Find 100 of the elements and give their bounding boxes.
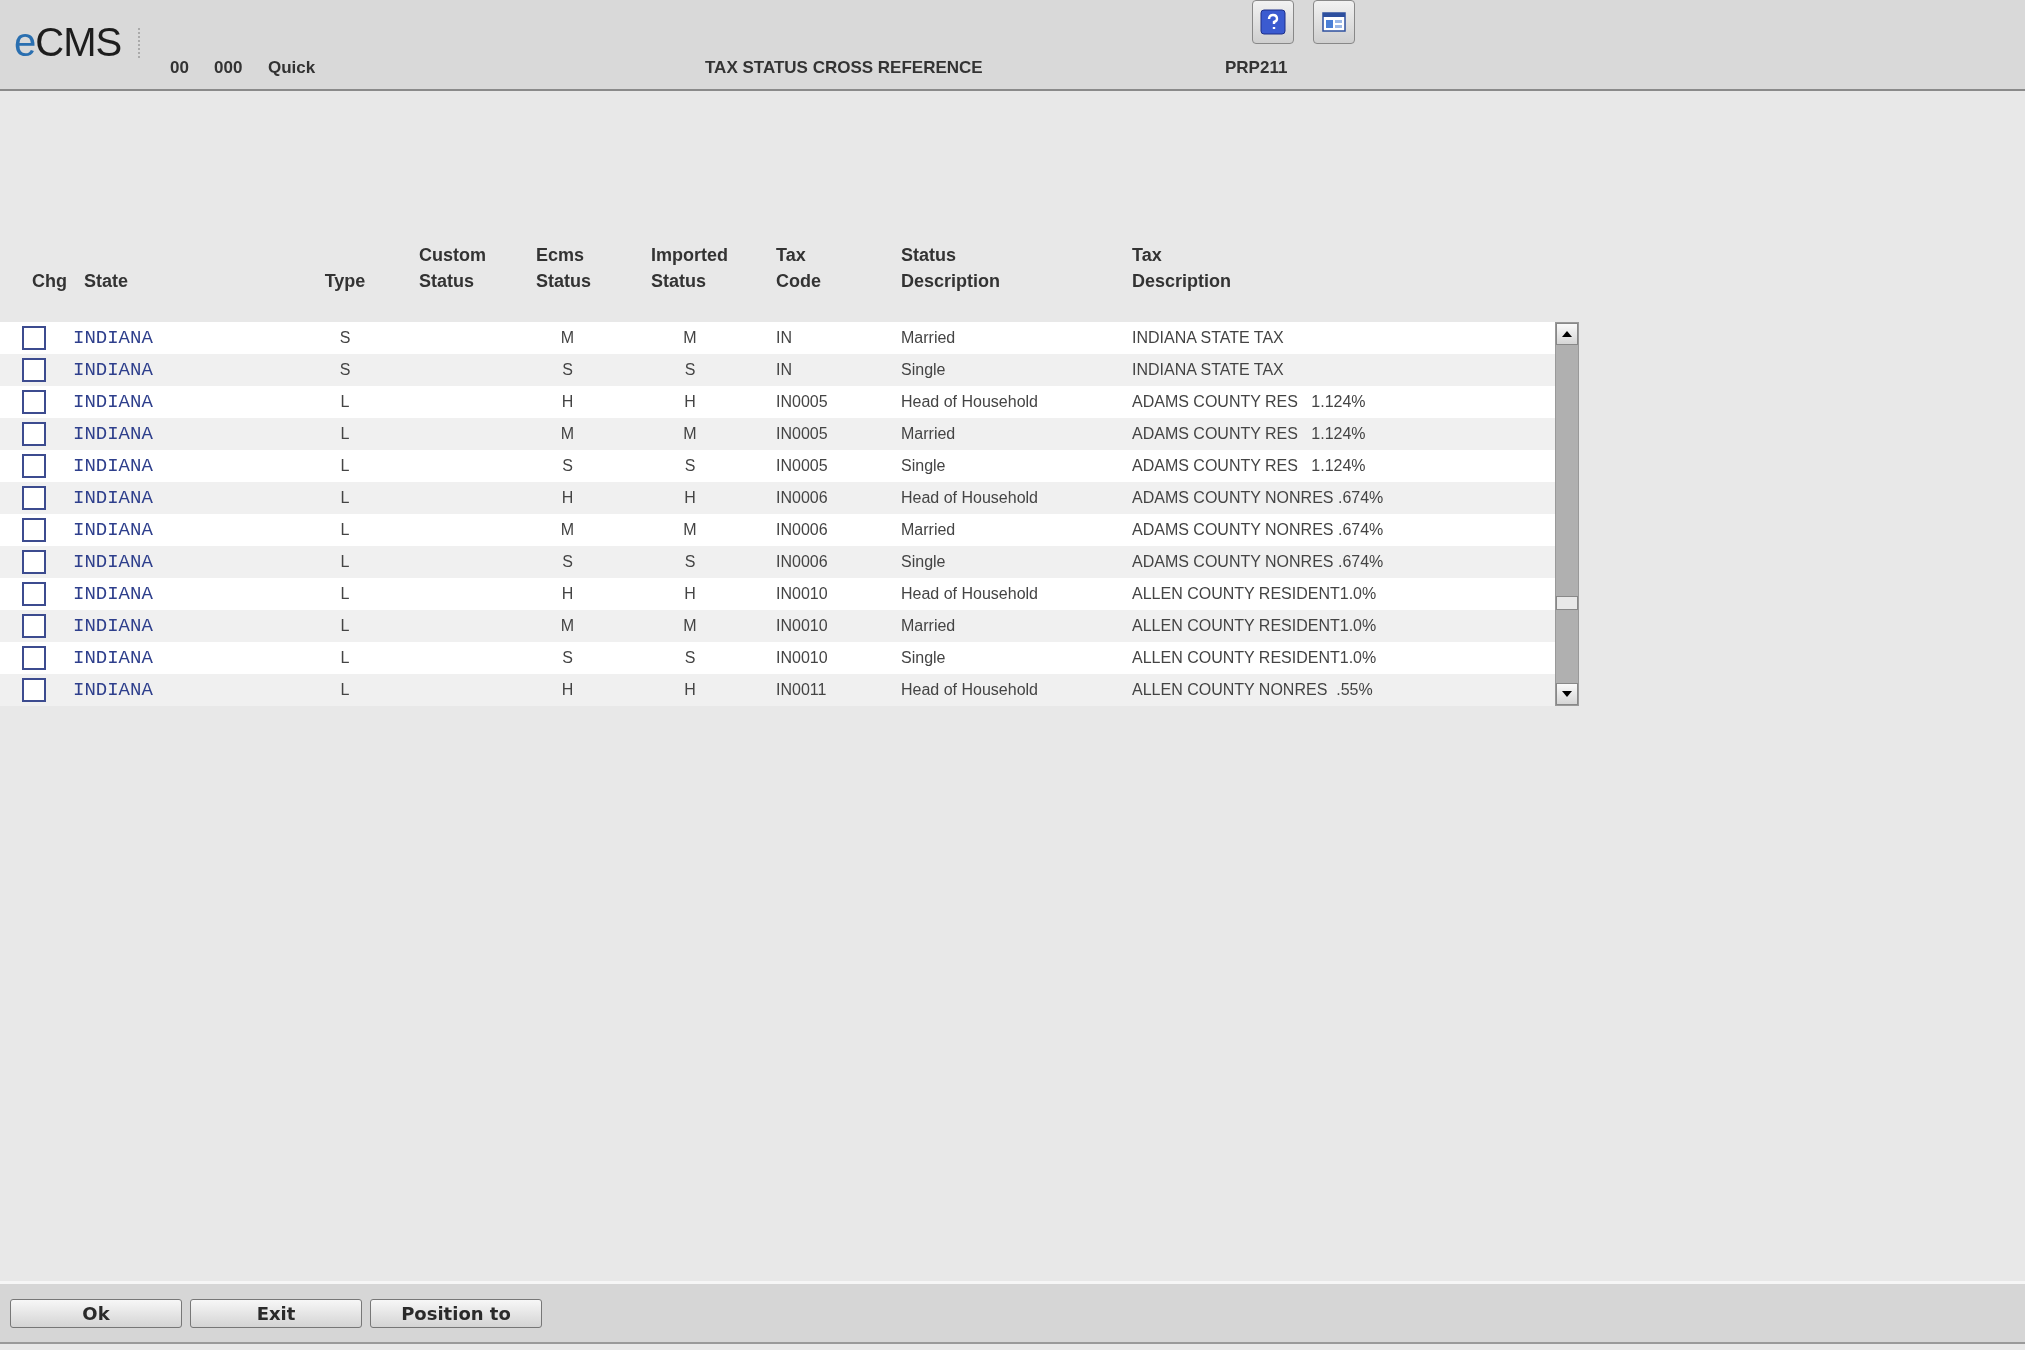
table-cell: INDIANA STATE TAX	[1132, 361, 1284, 378]
table-cell: Single	[901, 553, 946, 570]
table-cell: L	[340, 617, 350, 634]
table-cell: L	[340, 425, 350, 442]
table-cell: Head of Household	[901, 681, 1038, 698]
program-id: PRP211	[1225, 58, 1288, 78]
help-icon	[1259, 8, 1287, 36]
table-cell: IN0005	[776, 457, 828, 474]
change-checkbox[interactable]	[22, 326, 46, 350]
scroll-down-icon[interactable]	[1556, 683, 1578, 705]
table-cell: Married	[901, 617, 956, 634]
table-cell: IN0006	[776, 553, 828, 570]
table-cell: M	[683, 617, 697, 634]
scroll-up-icon[interactable]	[1556, 323, 1578, 345]
scroll-thumb[interactable]	[1556, 596, 1578, 610]
table-cell: IN	[776, 329, 792, 346]
table-cell: M	[560, 617, 575, 634]
table-cell: H	[684, 393, 696, 410]
table-cell: L	[340, 521, 350, 538]
table-cell: S	[562, 553, 573, 570]
change-checkbox[interactable]	[22, 582, 46, 606]
change-checkbox[interactable]	[22, 646, 46, 670]
table-cell: Single	[901, 361, 946, 378]
table-cell: IN0005	[776, 393, 828, 410]
table-cell: M	[560, 425, 575, 442]
table-cell: IN0010	[776, 649, 828, 666]
action-button[interactable]: Ok	[10, 1298, 182, 1328]
table-cell: H	[561, 681, 574, 698]
table-cell: Head of Household	[901, 585, 1038, 602]
table-cell: H	[684, 489, 696, 506]
change-checkbox[interactable]	[22, 390, 46, 414]
table-cell: S	[562, 457, 573, 474]
table-cell: L	[340, 585, 350, 602]
change-checkbox[interactable]	[22, 454, 46, 478]
table-cell: M	[683, 425, 697, 442]
table-cell: L	[340, 681, 350, 698]
table-cell: L	[340, 489, 350, 506]
table-cell: ALLEN COUNTY NONRES .55%	[1132, 681, 1373, 698]
table-cell: IN0005	[776, 425, 828, 442]
table-cell: Single	[901, 457, 946, 474]
table-cell: H	[684, 681, 696, 698]
change-checkbox[interactable]	[22, 486, 46, 510]
table-cell: S	[339, 329, 351, 346]
table-cell: IN0006	[776, 521, 828, 538]
table-cell: Married	[901, 521, 956, 538]
table-cell: INDIANA	[73, 327, 153, 349]
logo: eCMS	[14, 20, 122, 65]
table-cell: ALLEN COUNTY RESIDENT1.0%	[1132, 585, 1377, 602]
table-cell: INDIANA	[73, 519, 153, 541]
column-header: Type	[324, 270, 366, 293]
table-cell: Married	[901, 425, 956, 442]
column-header: State	[84, 270, 128, 293]
window-button[interactable]	[1313, 0, 1355, 44]
table-cell: Head of Household	[901, 393, 1038, 410]
table-cell: INDIANA	[73, 583, 153, 605]
scrollbar[interactable]	[1555, 322, 1579, 706]
table-cell: M	[683, 521, 697, 538]
table-cell: H	[561, 585, 574, 602]
table-cell: S	[339, 361, 351, 378]
action-button[interactable]: Position to	[370, 1298, 542, 1328]
table-cell: INDIANA	[73, 487, 153, 509]
table-cell: INDIANA	[73, 615, 153, 637]
table-cell: M	[560, 521, 575, 538]
table-cell: ADAMS COUNTY NONRES .674%	[1132, 489, 1384, 506]
table-cell: Head of Household	[901, 489, 1038, 506]
table-cell: ALLEN COUNTY RESIDENT1.0%	[1132, 617, 1377, 634]
table-cell: H	[684, 585, 696, 602]
action-button[interactable]: Exit	[190, 1298, 362, 1328]
table-cell: L	[340, 649, 350, 666]
column-header: Tax Description	[1132, 244, 1232, 293]
table-cell: INDIANA	[73, 647, 153, 669]
table-cell: ADAMS COUNTY NONRES .674%	[1132, 553, 1384, 570]
column-header: Ecms Status	[536, 244, 591, 293]
table-cell: INDIANA	[73, 679, 153, 701]
table-cell: IN	[776, 361, 792, 378]
help-button[interactable]	[1252, 0, 1294, 44]
table-cell: S	[562, 649, 573, 666]
change-checkbox[interactable]	[22, 518, 46, 542]
table-cell: L	[340, 553, 350, 570]
column-header: Chg	[31, 270, 67, 293]
change-checkbox[interactable]	[22, 550, 46, 574]
table-cell: INDIANA	[73, 423, 153, 445]
column-header: Custom Status	[419, 244, 486, 293]
grip-icon	[138, 28, 143, 58]
table-cell: IN0010	[776, 617, 828, 634]
company-code: 00	[170, 58, 189, 78]
change-checkbox[interactable]	[22, 614, 46, 638]
table-cell: ADAMS COUNTY NONRES .674%	[1132, 521, 1384, 538]
change-checkbox[interactable]	[22, 678, 46, 702]
table-cell: ADAMS COUNTY RES 1.124%	[1132, 457, 1366, 474]
table-cell: S	[684, 553, 696, 570]
table-cell: Married	[901, 329, 956, 346]
change-checkbox[interactable]	[22, 358, 46, 382]
table-cell: S	[562, 361, 573, 378]
table-cell: INDIANA	[73, 455, 153, 477]
table-cell: INDIANA STATE TAX	[1132, 329, 1284, 346]
table-cell: INDIANA	[73, 359, 153, 381]
change-checkbox[interactable]	[22, 422, 46, 446]
table-cell: Single	[901, 649, 946, 666]
table-cell: ADAMS COUNTY RES 1.124%	[1132, 425, 1366, 442]
